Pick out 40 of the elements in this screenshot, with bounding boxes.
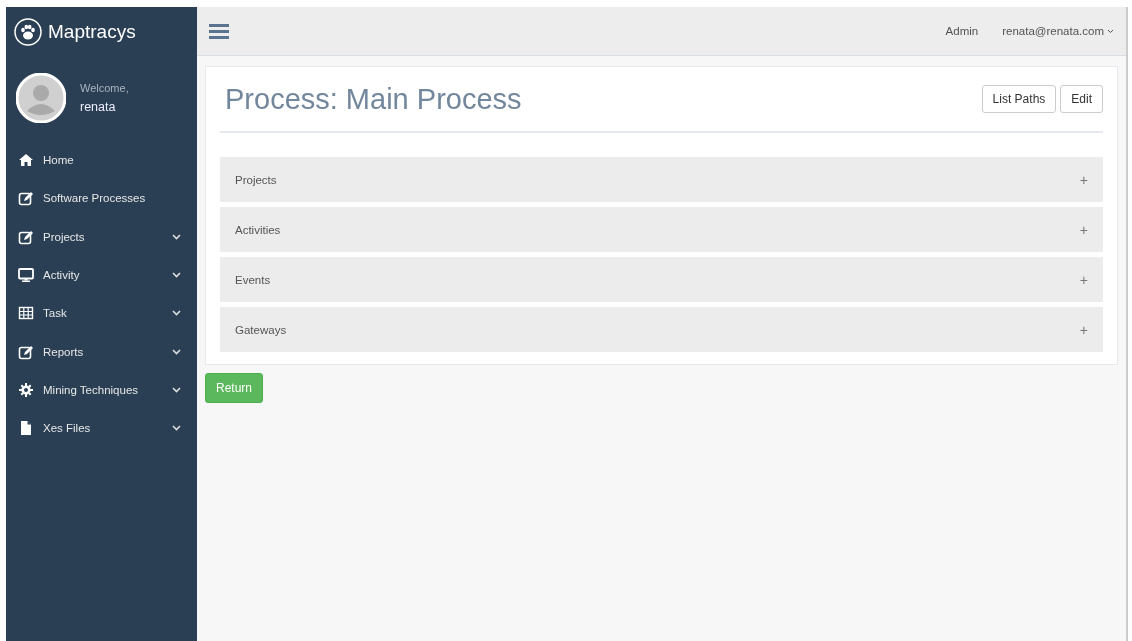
panel-title: Events: [235, 273, 272, 286]
welcome-text: Welcome,: [80, 82, 129, 94]
monitor-icon: [18, 267, 34, 284]
collapsible-panel[interactable]: Events +: [220, 257, 1103, 302]
panel-title: Activities: [235, 223, 282, 236]
brand-name: Maptracys: [48, 21, 136, 43]
account-menu[interactable]: renata@renata.com: [1002, 25, 1114, 37]
avatar-icon: [16, 73, 66, 123]
collapsible-panel[interactable]: Projects +: [220, 157, 1103, 202]
home-icon: [18, 152, 34, 169]
paw-logo-icon: [14, 18, 42, 46]
sidebar-item[interactable]: Software Processes: [6, 179, 197, 218]
collapsible-panel[interactable]: Activities +: [220, 207, 1103, 252]
menu-icon[interactable]: [209, 22, 229, 40]
expand-toggle[interactable]: +: [1079, 171, 1088, 188]
sidebar-item[interactable]: Home: [6, 141, 197, 180]
user-name: renata: [80, 100, 117, 114]
edit-icon: [18, 228, 34, 245]
role-label: Admin: [945, 25, 979, 37]
collapsible-panel[interactable]: Gateways +: [220, 307, 1103, 352]
grid-icon: [18, 305, 34, 322]
expand-toggle[interactable]: +: [1079, 271, 1088, 288]
gear-icon: [18, 381, 34, 398]
panel-title: Gateways: [235, 323, 288, 336]
sidebar-item[interactable]: Projects: [6, 217, 197, 256]
sidebar-item[interactable]: Xes Files: [6, 409, 197, 448]
sidebar-item[interactable]: Activity: [6, 255, 197, 295]
edit-icon: [18, 343, 34, 360]
caret-icon: [1107, 28, 1114, 34]
sidebar-item[interactable]: Reports: [6, 332, 197, 371]
expand-toggle[interactable]: +: [1079, 321, 1088, 338]
page-title: Process: Main Process: [225, 82, 523, 116]
file-icon: [18, 420, 34, 437]
action-button[interactable]: Edit: [1060, 85, 1103, 113]
action-button[interactable]: List Paths: [981, 85, 1057, 113]
edit-icon: [18, 190, 34, 207]
sidebar-item[interactable]: Task: [6, 294, 197, 333]
expand-toggle[interactable]: +: [1079, 221, 1088, 238]
panel-title: Projects: [235, 173, 278, 186]
sidebar-item[interactable]: Mining Techniques: [6, 370, 197, 410]
